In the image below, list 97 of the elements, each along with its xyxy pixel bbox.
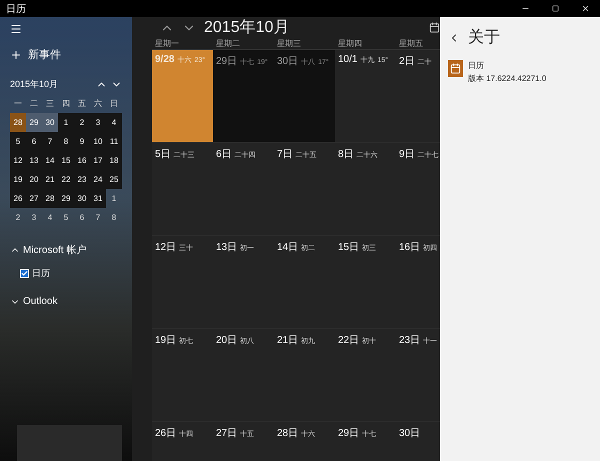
day-cell[interactable]: 30日 — [396, 422, 440, 461]
mini-calendar-day[interactable]: 8 — [58, 132, 74, 151]
date-label: 21日 — [277, 334, 298, 347]
mini-calendar-day[interactable]: 21 — [42, 170, 58, 189]
mini-calendar-day[interactable]: 29 — [58, 189, 74, 208]
mini-calendar-day[interactable]: 24 — [90, 170, 106, 189]
mini-calendar-day[interactable]: 13 — [26, 151, 42, 170]
date-label: 19日 — [155, 334, 176, 347]
mini-calendar-title: 2015年10月 — [10, 78, 60, 90]
mini-calendar-day[interactable]: 6 — [74, 208, 90, 227]
calendar-name: 日历 — [32, 267, 50, 280]
mini-calendar-day[interactable]: 9 — [74, 132, 90, 151]
date-label: 30日 — [399, 427, 420, 440]
menu-icon — [10, 23, 22, 35]
weekday-label: 二 — [29, 98, 39, 110]
mini-calendar-day[interactable]: 22 — [58, 170, 74, 189]
mini-calendar-day[interactable]: 16 — [74, 151, 90, 170]
plus-icon — [10, 48, 22, 60]
mini-calendar-day[interactable]: 3 — [26, 208, 42, 227]
date-label: 13日 — [216, 241, 238, 254]
date-label: 27日 — [216, 427, 238, 440]
mini-calendar-day[interactable]: 12 — [10, 151, 26, 170]
date-label: 10/1 — [338, 54, 358, 65]
new-event-button[interactable]: 新事件 — [10, 47, 122, 62]
weekday-label: 五 — [77, 98, 87, 110]
mini-calendar-day[interactable]: 2 — [74, 113, 90, 132]
maximize-icon — [552, 5, 558, 12]
mini-calendar-day[interactable]: 30 — [42, 113, 58, 132]
date-label: 16日 — [399, 241, 420, 254]
checkbox[interactable] — [20, 269, 29, 278]
date-label: 29日 — [216, 55, 238, 68]
mini-calendar-day[interactable]: 4 — [42, 208, 58, 227]
calendar-icon — [450, 63, 461, 74]
mini-calendar-day[interactable]: 5 — [10, 132, 26, 151]
weekday-label: 三 — [45, 98, 55, 110]
date-label: 5日 — [155, 148, 171, 161]
weekday-header: 星期五 — [398, 38, 424, 49]
weekday-label: 四 — [61, 98, 71, 110]
date-label: 29日 — [338, 427, 360, 440]
mini-calendar-day[interactable]: 18 — [106, 151, 122, 170]
mini-calendar-day[interactable]: 26 — [10, 189, 26, 208]
weekday-label: 六 — [93, 98, 103, 110]
date-label: 14日 — [277, 241, 298, 254]
weekday-header: 星期四 — [337, 38, 363, 49]
close-icon — [580, 4, 590, 13]
mini-calendar-day[interactable]: 29 — [26, 113, 42, 132]
date-label: 23日 — [399, 334, 420, 347]
date-label: 9/28 — [155, 54, 174, 65]
mini-calendar-day[interactable]: 4 — [106, 113, 122, 132]
about-title: 关于 — [468, 28, 500, 48]
date-label: 8日 — [338, 148, 354, 161]
date-label: 28日 — [277, 427, 298, 440]
weekday-header: 星期二 — [215, 38, 241, 49]
account-header[interactable]: Microsoft 帐户 — [10, 243, 122, 257]
weekday-label: 日 — [109, 98, 119, 110]
version-text: 版本 17.6224.42271.0 — [468, 73, 546, 84]
mini-calendar-day[interactable]: 11 — [106, 132, 122, 151]
mini-calendar-day[interactable]: 6 — [26, 132, 42, 151]
mini-calendar-day[interactable]: 7 — [90, 208, 106, 227]
date-label: 6日 — [216, 148, 232, 161]
mini-calendar-day[interactable]: 28 — [42, 189, 58, 208]
mini-calendar-day[interactable]: 1 — [58, 113, 74, 132]
date-label: 9日 — [399, 148, 415, 161]
weekday-header: 星期三 — [276, 38, 302, 49]
date-label: 26日 — [155, 427, 176, 440]
account-header[interactable]: Outlook — [10, 296, 122, 307]
date-label: 20日 — [216, 334, 238, 347]
mini-calendar-day[interactable]: 31 — [90, 189, 106, 208]
mini-calendar-day[interactable]: 2 — [10, 208, 26, 227]
month-title: 2015年10月 — [204, 18, 290, 38]
date-label: 30日 — [277, 55, 298, 68]
mini-calendar-day[interactable]: 1 — [106, 189, 122, 208]
mini-calendar-day[interactable]: 14 — [42, 151, 58, 170]
mini-calendar-day[interactable]: 28 — [10, 113, 26, 132]
mini-calendar-day[interactable]: 3 — [90, 113, 106, 132]
mini-calendar-day[interactable]: 30 — [74, 189, 90, 208]
window-title: 日历 — [6, 2, 27, 16]
mini-calendar-day[interactable]: 23 — [74, 170, 90, 189]
mini-calendar-day[interactable]: 10 — [90, 132, 106, 151]
mini-calendar-day[interactable]: 15 — [58, 151, 74, 170]
date-label: 22日 — [338, 334, 360, 347]
mini-calendar-day[interactable]: 27 — [26, 189, 42, 208]
weekday-label: 一 — [13, 98, 23, 110]
mini-calendar-day[interactable]: 8 — [106, 208, 122, 227]
mini-calendar-day[interactable]: 19 — [10, 170, 26, 189]
mini-calendar-day[interactable]: 7 — [42, 132, 58, 151]
date-label: 7日 — [277, 148, 293, 161]
weekday-header: 星期一 — [154, 38, 180, 49]
mini-calendar-day[interactable]: 20 — [26, 170, 42, 189]
date-label: 12日 — [155, 241, 176, 254]
calendar-icon[interactable] — [429, 22, 440, 33]
mini-calendar-day[interactable]: 25 — [106, 170, 122, 189]
date-label: 2日 — [399, 55, 415, 68]
mini-calendar-day[interactable]: 17 — [90, 151, 106, 170]
mini-calendar-day[interactable]: 5 — [58, 208, 74, 227]
app-name: 日历 — [468, 60, 485, 71]
date-label: 15日 — [338, 241, 360, 254]
